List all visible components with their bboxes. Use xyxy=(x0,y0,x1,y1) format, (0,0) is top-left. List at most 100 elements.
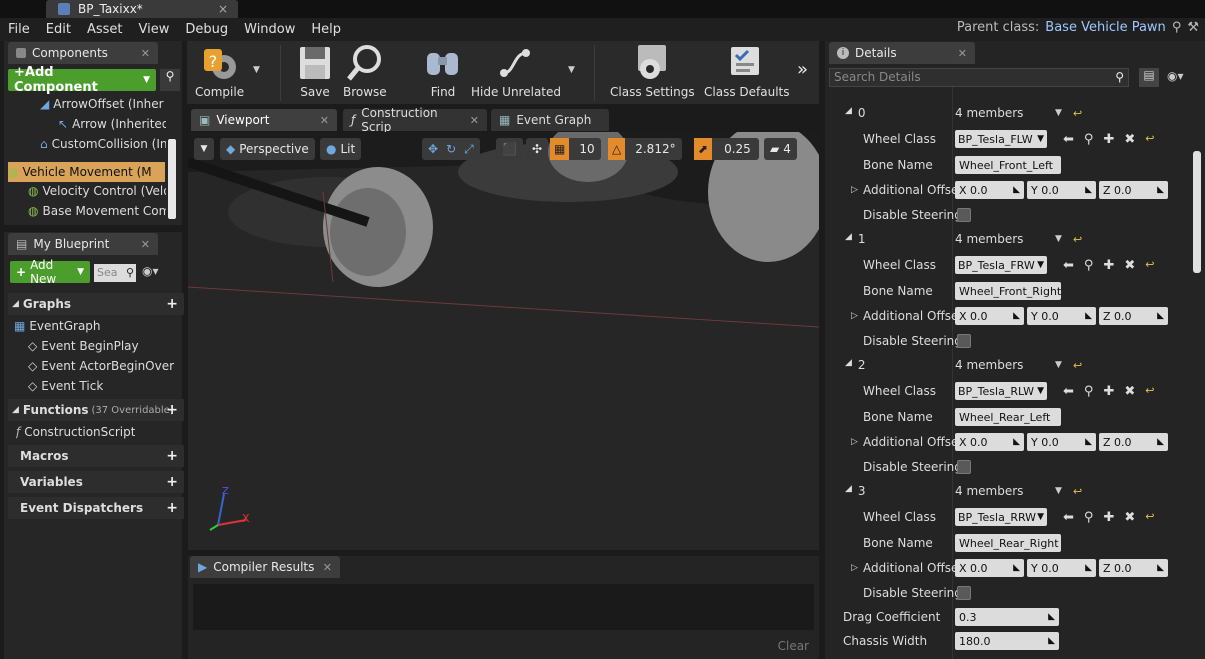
wheel-class-combo[interactable]: BP_Tesla_FRW ▼ xyxy=(955,256,1047,274)
arrow-left-icon[interactable]: ⬅ xyxy=(1063,510,1074,525)
close-icon[interactable]: × xyxy=(218,2,228,16)
offset-y-field[interactable]: Y 0.0 ◣ xyxy=(1027,559,1096,577)
scale-icon[interactable]: ⤢ xyxy=(464,142,474,157)
section-variables[interactable]: Variables + xyxy=(8,471,184,493)
viewport[interactable]: X Z ▼ ◆ Perspective ● Lit ✥ ↻ ⤢ ⬛ ✣ ▦ 10 △ 2… xyxy=(188,132,819,550)
arrow-left-icon[interactable]: ⬅ xyxy=(1063,384,1074,399)
bone-name-field[interactable]: Wheel_Front_Left xyxy=(955,156,1061,174)
eye-icon[interactable]: ◉▾ xyxy=(1167,69,1184,83)
wrench-icon[interactable]: ⚒ xyxy=(1187,20,1199,35)
drag-coefficient-field[interactable]: 0.3 ◣ xyxy=(955,608,1059,626)
chevron-down-icon[interactable]: ▼ xyxy=(1055,108,1062,118)
chevron-down-icon[interactable]: ▼ xyxy=(253,65,260,75)
chevron-down-icon[interactable]: ▼ xyxy=(1055,234,1062,244)
bone-name-field[interactable]: Wheel_Rear_Right xyxy=(955,534,1061,552)
section-functions[interactable]: ◢ Functions (37 Overridable) + xyxy=(8,399,184,421)
close-icon[interactable]: ✕ xyxy=(323,561,332,574)
property-matrix-icon[interactable]: ▤ xyxy=(1139,68,1159,87)
tree-item-base-movement[interactable]: ◍ Base Movement Comp xyxy=(28,204,166,218)
offset-z-field[interactable]: Z 0.0 ◣ xyxy=(1099,181,1168,199)
tree-item-arrow[interactable]: ↖ Arrow (Inherited xyxy=(58,117,166,131)
menu-window[interactable]: Window xyxy=(236,22,303,37)
add-new-button[interactable]: + Add New ▼ xyxy=(10,258,90,286)
reset-icon[interactable]: ↩ xyxy=(1073,233,1082,246)
menu-help[interactable]: Help xyxy=(303,22,349,37)
scale-snap[interactable]: ⬈ 0.25 xyxy=(694,138,759,160)
save-button[interactable]: Save xyxy=(295,43,335,99)
offset-z-field[interactable]: Z 0.0 ◣ xyxy=(1099,433,1168,451)
reset-icon[interactable]: ↩ xyxy=(1073,107,1082,120)
plus-icon[interactable]: + xyxy=(166,296,178,312)
tab-event-graph[interactable]: ▦ Event Graph xyxy=(491,109,609,131)
perspective-button[interactable]: ◆ Perspective xyxy=(220,138,315,160)
details-search-input[interactable]: Search Details ⚲ xyxy=(829,68,1129,87)
menu-file[interactable]: File xyxy=(0,22,38,37)
viewport-options-button[interactable]: ▼ xyxy=(194,138,214,160)
disable-steering-checkbox[interactable] xyxy=(957,334,971,348)
components-tab[interactable]: Components ✕ xyxy=(8,42,158,64)
menu-asset[interactable]: Asset xyxy=(79,22,131,37)
offset-z-field[interactable]: Z 0.0 ◣ xyxy=(1099,559,1168,577)
arrow-left-icon[interactable]: ⬅ xyxy=(1063,258,1074,273)
search-icon[interactable]: ⚲ xyxy=(1172,20,1182,35)
browse-button[interactable]: Browse xyxy=(343,43,387,99)
collapse-icon[interactable]: ◢ xyxy=(845,106,852,120)
parent-class-link[interactable]: Base Vehicle Pawn xyxy=(1045,20,1166,35)
tree-item-event-tick[interactable]: ◇ Event Tick xyxy=(28,379,103,393)
expand-icon[interactable]: ▷ xyxy=(851,311,858,321)
search-icon[interactable]: ⚲ xyxy=(1084,258,1094,273)
reset-icon[interactable]: ↩ xyxy=(1145,258,1154,273)
section-macros[interactable]: Macros + xyxy=(8,445,184,467)
tab-viewport[interactable]: ▣ Viewport ✕ xyxy=(191,109,337,131)
hide-unrelated-button[interactable]: Hide Unrelated xyxy=(471,43,561,99)
chevron-down-icon[interactable]: ▼ xyxy=(1055,486,1062,496)
menu-debug[interactable]: Debug xyxy=(177,22,236,37)
collapse-icon[interactable]: ◢ xyxy=(845,484,852,498)
bone-name-field[interactable]: Wheel_Rear_Left xyxy=(955,408,1061,426)
expand-icon[interactable]: ▷ xyxy=(851,437,858,447)
class-settings-button[interactable]: Class Settings xyxy=(610,43,695,99)
offset-x-field[interactable]: X 0.0 ◣ xyxy=(955,559,1024,577)
clear-button[interactable]: Clear xyxy=(778,639,809,653)
surface-snap-button[interactable]: ✣ xyxy=(526,138,549,160)
tab-construction-script[interactable]: ƒ Construction Scrip ✕ xyxy=(343,106,487,134)
clear-icon[interactable]: ✖ xyxy=(1124,510,1135,525)
tree-item-event-beginplay[interactable]: ◇ Event BeginPlay xyxy=(28,339,139,353)
grid-snap[interactable]: ▦ 10 xyxy=(550,138,601,160)
camera-speed[interactable]: ▰ 4 xyxy=(764,138,797,160)
expand-toolbar-icon[interactable]: » xyxy=(797,59,808,80)
search-icon[interactable]: ⚲ xyxy=(1084,132,1094,147)
wheel-2-header[interactable]: ◢ 2 4 members ▼ ↩ xyxy=(825,352,1193,378)
lit-button[interactable]: ● Lit xyxy=(320,138,362,160)
close-icon[interactable]: ✕ xyxy=(141,47,150,60)
plus-icon[interactable]: ✚ xyxy=(1103,258,1114,273)
document-tab[interactable]: BP_Taxixx* × xyxy=(46,0,238,18)
offset-z-field[interactable]: Z 0.0 ◣ xyxy=(1099,307,1168,325)
reset-icon[interactable]: ↩ xyxy=(1145,132,1154,147)
clear-icon[interactable]: ✖ xyxy=(1124,258,1135,273)
clear-icon[interactable]: ✖ xyxy=(1124,132,1135,147)
tree-item-constructionscript[interactable]: ƒ ConstructionScript xyxy=(16,425,135,439)
world-local-button[interactable]: ⬛ xyxy=(496,138,523,160)
expand-icon[interactable]: ▷ xyxy=(851,185,858,195)
wheel-class-combo[interactable]: BP_Tesla_RRW ▼ xyxy=(955,508,1047,526)
disable-steering-checkbox[interactable] xyxy=(957,460,971,474)
bone-name-field[interactable]: Wheel_Front_Right xyxy=(955,282,1061,300)
plus-icon[interactable]: + xyxy=(166,474,178,490)
add-component-button[interactable]: +Add Component ▼ xyxy=(8,65,156,95)
menu-edit[interactable]: Edit xyxy=(38,22,79,37)
plus-icon[interactable]: + xyxy=(166,402,178,418)
menu-view[interactable]: View xyxy=(131,22,178,37)
offset-y-field[interactable]: Y 0.0 ◣ xyxy=(1027,307,1096,325)
scrollbar[interactable] xyxy=(168,139,176,219)
rotate-icon[interactable]: ↻ xyxy=(446,142,456,156)
search-icon[interactable]: ⚲ xyxy=(1084,384,1094,399)
wheel-class-combo[interactable]: BP_Tesla_RLW ▼ xyxy=(955,382,1047,400)
find-button[interactable]: Find xyxy=(423,43,463,99)
offset-x-field[interactable]: X 0.0 ◣ xyxy=(955,307,1024,325)
tree-item-customcollision[interactable]: ⌂ CustomCollision (In xyxy=(40,137,166,151)
class-defaults-button[interactable]: Class Defaults xyxy=(704,43,789,99)
offset-y-field[interactable]: Y 0.0 ◣ xyxy=(1027,433,1096,451)
offset-x-field[interactable]: X 0.0 ◣ xyxy=(955,433,1024,451)
blueprint-search-input[interactable]: Sea ⚲ xyxy=(94,264,136,282)
